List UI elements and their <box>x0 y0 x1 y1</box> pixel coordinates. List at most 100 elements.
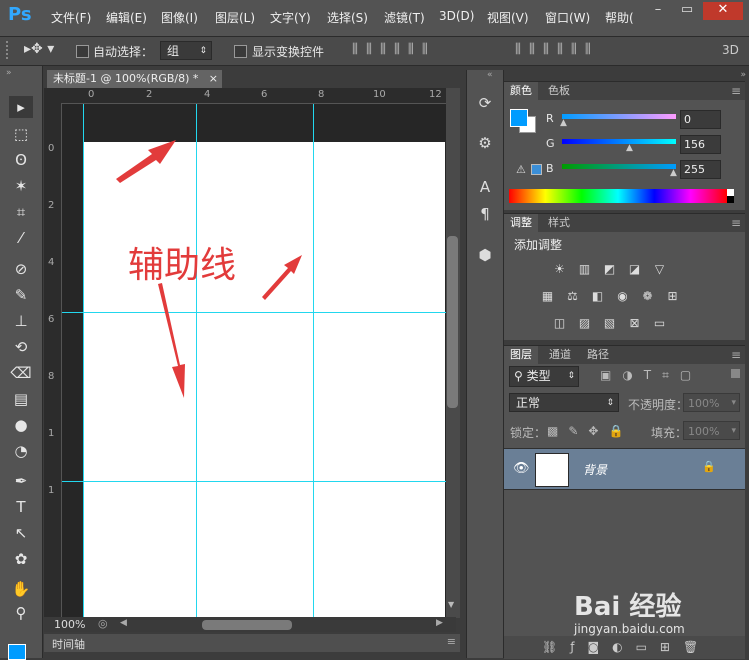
move-tool-icon[interactable]: ▸ <box>9 96 33 118</box>
layer-name[interactable]: 背景 <box>583 461 607 478</box>
lasso-tool-icon[interactable]: ʘ <box>9 149 33 171</box>
menu-type[interactable]: 文字(Y) <box>270 9 311 26</box>
eyedropper-icon[interactable]: ⁄ <box>9 227 33 249</box>
shape-tool-icon[interactable]: ✿ <box>9 548 33 570</box>
layer-filter-icons[interactable]: ▣◑T⌗▢ <box>600 368 702 383</box>
menu-image[interactable]: 图像(I) <box>161 9 198 26</box>
menu-edit[interactable]: 编辑(E) <box>106 9 147 26</box>
panel-menu-icon[interactable]: ≡ <box>447 635 456 648</box>
panel-menu-icon[interactable]: ≡ <box>731 84 741 98</box>
photo-filter-icon[interactable]: ◉ <box>615 290 630 303</box>
threshold-icon[interactable]: ▧ <box>602 317 617 330</box>
character-panel-icon[interactable]: A <box>473 176 497 198</box>
close-icon[interactable]: ✕ <box>703 2 743 20</box>
type-tool-icon[interactable]: T <box>9 496 33 518</box>
horizontal-ruler[interactable]: 0 2 4 6 8 10 12 <box>62 88 446 104</box>
tab-styles[interactable]: 样式 <box>542 214 576 232</box>
channel-b-value[interactable]: 255 <box>680 160 721 179</box>
invert-icon[interactable]: ◫ <box>552 317 567 330</box>
web-safe-swatch[interactable] <box>531 164 542 175</box>
vibrance-icon[interactable]: ▽ <box>652 263 667 276</box>
eye-visibility-icon[interactable]: 👁 <box>513 461 530 476</box>
minimize-icon[interactable]: – <box>645 2 671 20</box>
tab-adjustments[interactable]: 调整 <box>504 214 538 232</box>
levels-icon[interactable]: ▥ <box>577 263 592 276</box>
history-panel-icon[interactable]: ⟳ <box>473 92 497 114</box>
filter-toggle[interactable] <box>731 369 740 378</box>
posterize-icon[interactable]: ▨ <box>577 317 592 330</box>
gamut-warning-icon[interactable]: ⚠ <box>516 163 526 176</box>
color-spectrum-bar[interactable] <box>509 189 727 203</box>
distribute-icons[interactable]: ⫼⫼⫼⫼⫼⫼ <box>515 42 599 57</box>
panel-menu-icon[interactable]: ≡ <box>731 348 741 362</box>
vertical-ruler[interactable]: 0 2 4 6 8 1 1 <box>44 103 62 617</box>
expand-dock-icon[interactable]: « <box>487 70 493 80</box>
scroll-left-arrow-icon[interactable]: ◀ <box>120 618 127 628</box>
pen-tool-icon[interactable]: ✒ <box>9 470 33 492</box>
channel-g-value[interactable]: 156 <box>680 135 721 154</box>
move-tool-preset-icon[interactable]: ▸✥ ▾ <box>24 41 54 57</box>
horizontal-scrollbar-thumb[interactable] <box>202 620 292 630</box>
menu-file[interactable]: 文件(F) <box>51 9 91 26</box>
scroll-right-arrow-icon[interactable]: ▶ <box>436 618 443 628</box>
collapse-panels-icon[interactable]: » <box>505 70 746 80</box>
menu-3d[interactable]: 3D(D) <box>439 9 474 23</box>
color-balance-icon[interactable]: ⚖ <box>565 290 580 303</box>
blur-tool-icon[interactable]: ● <box>9 414 33 436</box>
foreground-color-swatch[interactable] <box>510 109 528 127</box>
brush-tool-icon[interactable]: ✎ <box>9 284 33 306</box>
layers-bottom-toolbar[interactable]: ⛓ƒ◙◐▭⊞🗑 <box>504 636 745 659</box>
black-white-icon[interactable]: ◧ <box>590 290 605 303</box>
gradient-map-icon[interactable]: ▭ <box>652 317 667 330</box>
scrollbar-thumb[interactable] <box>447 236 458 408</box>
timeline-panel-bar[interactable]: 时间轴 ≡ <box>44 634 460 652</box>
path-select-icon[interactable]: ↖ <box>9 522 33 544</box>
fill-field[interactable]: 100% ▾ <box>683 421 740 440</box>
channel-r-value[interactable]: 0 <box>680 110 721 129</box>
hand-tool-icon[interactable]: ✋ <box>9 578 33 600</box>
scroll-down-arrow-icon[interactable]: ▼ <box>448 600 454 609</box>
tab-paths[interactable]: 路径 <box>581 346 615 364</box>
tab-channels[interactable]: 通道 <box>543 346 577 364</box>
channel-r-slider[interactable] <box>562 114 676 119</box>
exposure-icon[interactable]: ◪ <box>627 263 642 276</box>
properties-panel-icon[interactable]: ⚙ <box>473 132 497 154</box>
menu-layer[interactable]: 图层(L) <box>215 9 255 26</box>
document-tab[interactable]: 未标题-1 @ 100%(RGB/8) * × <box>47 70 222 88</box>
menu-select[interactable]: 选择(S) <box>327 9 368 26</box>
status-info-icon[interactable]: ◎ <box>98 617 108 630</box>
dodge-tool-icon[interactable]: ◔ <box>9 440 33 462</box>
layer-filter-dropdown[interactable]: ⚲ 类型 ⇕ <box>509 366 579 387</box>
tab-swatches[interactable]: 色板 <box>542 82 576 100</box>
magic-wand-icon[interactable]: ✶ <box>9 175 33 197</box>
clone-stamp-icon[interactable]: ⊥ <box>9 310 33 332</box>
ruler-origin[interactable] <box>44 88 62 104</box>
spectrum-white[interactable] <box>727 189 734 196</box>
menu-help[interactable]: 帮助( <box>605 9 634 26</box>
eraser-icon[interactable]: ⌫ <box>9 362 33 384</box>
menu-window[interactable]: 窗口(W) <box>545 9 590 26</box>
menu-filter[interactable]: 滤镜(T) <box>384 9 425 26</box>
crop-tool-icon[interactable]: ⌗ <box>9 201 33 223</box>
history-brush-icon[interactable]: ⟲ <box>9 336 33 358</box>
lock-icons[interactable]: ▩✎✥🔒 <box>547 424 633 438</box>
zoom-tool-icon[interactable]: ⚲ <box>9 602 33 624</box>
tab-color[interactable]: 颜色 <box>504 82 538 100</box>
spectrum-black[interactable] <box>727 196 734 203</box>
healing-brush-icon[interactable]: ⊘ <box>9 258 33 280</box>
vertical-scrollbar[interactable]: ▼ <box>446 88 460 618</box>
3d-panel-icon[interactable]: ⬢ <box>473 244 497 266</box>
channel-mixer-icon[interactable]: ❁ <box>640 290 655 303</box>
hue-saturation-icon[interactable]: ▦ <box>540 290 555 303</box>
canvas-workspace[interactable]: 辅助线 <box>62 104 446 617</box>
zoom-level[interactable]: 100% <box>54 618 85 631</box>
maximize-icon[interactable]: ▭ <box>674 2 700 20</box>
color-lookup-icon[interactable]: ⊞ <box>665 290 680 303</box>
tab-layers[interactable]: 图层 <box>504 346 538 364</box>
auto-select-checkbox[interactable] <box>76 45 89 58</box>
channel-b-slider[interactable] <box>562 164 676 169</box>
layer-row[interactable]: 👁 背景 🔒 <box>504 448 745 490</box>
marquee-tool-icon[interactable]: ⬚ <box>9 123 33 145</box>
tab-close-icon[interactable]: × <box>209 70 218 88</box>
collapse-toolbar-icon[interactable]: » <box>6 68 12 78</box>
